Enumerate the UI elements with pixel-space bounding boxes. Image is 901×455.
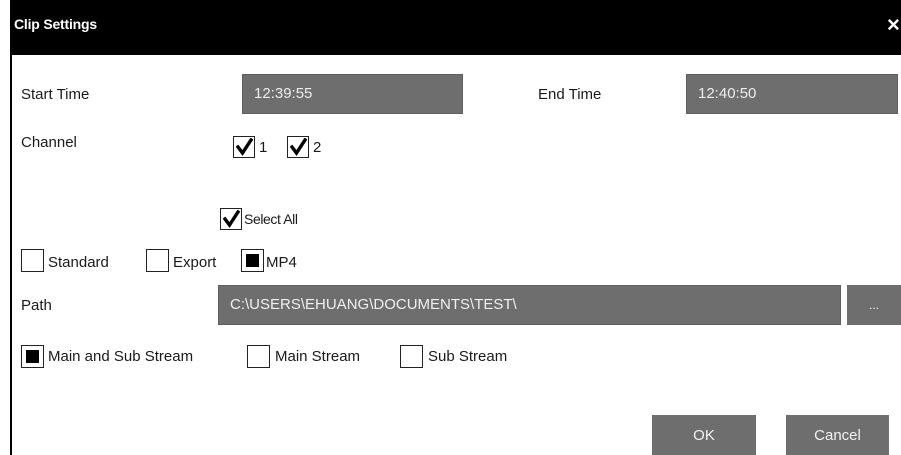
- format-mp4-label[interactable]: MP4: [266, 254, 297, 271]
- browse-button[interactable]: ...: [847, 285, 901, 325]
- path-input[interactable]: C:\USERS\EHUANG\DOCUMENTS\TEST\: [218, 285, 841, 325]
- stream-main-label[interactable]: Main Stream: [275, 348, 360, 365]
- format-standard-radio[interactable]: [21, 249, 44, 272]
- selected-indicator: [26, 350, 39, 363]
- checkmark-icon: [223, 210, 240, 228]
- stream-main-radio[interactable]: [247, 345, 270, 368]
- checkmark-icon: [290, 138, 307, 156]
- stream-sub-label[interactable]: Sub Stream: [428, 348, 507, 365]
- path-label: Path: [21, 297, 52, 314]
- end-time-label: End Time: [538, 86, 602, 103]
- channel-2-checkbox[interactable]: [287, 136, 309, 158]
- selected-indicator: [246, 254, 259, 267]
- title-bar: Clip Settings ×: [10, 0, 901, 55]
- dialog-title: Clip Settings: [14, 16, 97, 32]
- stream-sub-radio[interactable]: [400, 345, 423, 368]
- stream-main-and-sub-radio[interactable]: [21, 345, 44, 368]
- stream-main-and-sub-label[interactable]: Main and Sub Stream: [48, 348, 193, 365]
- format-export-label[interactable]: Export: [173, 254, 216, 271]
- clip-settings-dialog: Clip Settings × Start Time 12:39:55 End …: [0, 0, 901, 455]
- cancel-button[interactable]: Cancel: [786, 415, 889, 455]
- dialog-left-border: [10, 55, 12, 455]
- format-standard-label[interactable]: Standard: [48, 254, 109, 271]
- start-time-input[interactable]: 12:39:55: [242, 74, 463, 114]
- checkmark-icon: [236, 138, 253, 156]
- channel-2-label[interactable]: 2: [313, 139, 321, 156]
- ok-button[interactable]: OK: [652, 415, 756, 455]
- format-export-radio[interactable]: [146, 249, 169, 272]
- close-button[interactable]: ×: [887, 12, 901, 38]
- channel-1-checkbox[interactable]: [233, 136, 255, 158]
- format-mp4-radio[interactable]: [241, 249, 264, 272]
- channel-label: Channel: [21, 134, 77, 151]
- select-all-checkbox[interactable]: [220, 208, 242, 230]
- end-time-input[interactable]: 12:40:50: [686, 74, 898, 114]
- channel-1-label[interactable]: 1: [259, 139, 267, 156]
- start-time-label: Start Time: [21, 86, 90, 103]
- select-all-label[interactable]: Select All: [244, 211, 298, 227]
- close-icon[interactable]: ×: [887, 12, 900, 37]
